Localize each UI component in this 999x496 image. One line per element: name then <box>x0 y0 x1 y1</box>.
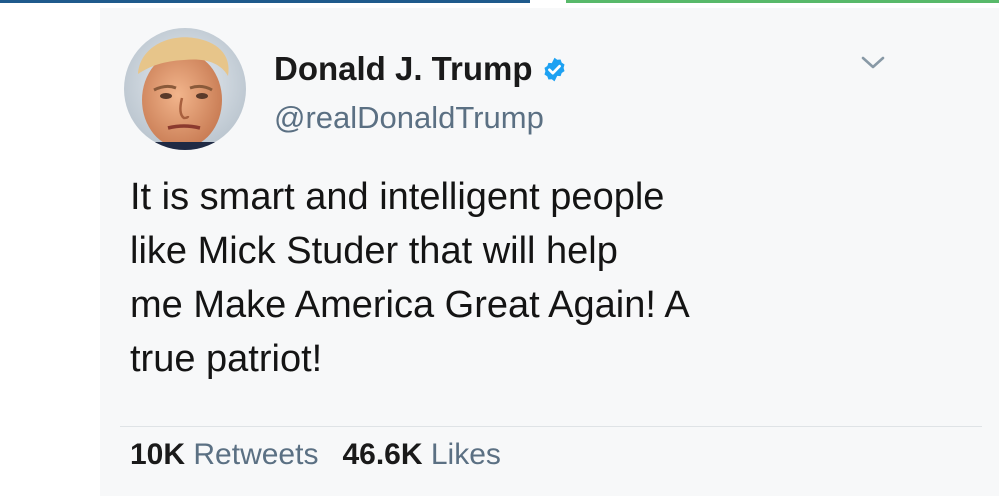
tweet-stats: 10K Retweets 46.6K Likes <box>130 438 501 472</box>
tweet-text: It is smart and intelligent people like … <box>130 170 830 386</box>
author-handle[interactable]: @realDonaldTrump <box>274 100 544 136</box>
chevron-down-icon[interactable] <box>860 54 886 72</box>
author-name-row[interactable]: Donald J. Trump <box>274 50 568 88</box>
divider <box>120 426 982 427</box>
tweet-text-line: me Make America Great Again! A <box>130 284 690 326</box>
top-border-left <box>0 0 530 3</box>
author-display-name[interactable]: Donald J. Trump <box>274 50 533 88</box>
tweet-text-line: true patriot! <box>130 338 323 380</box>
likes-count: 46.6K <box>342 438 423 471</box>
tweet-text-line: like Mick Studer that will help <box>130 230 618 272</box>
tweet-card: Donald J. Trump @realDonaldTrump It is s… <box>100 8 999 496</box>
top-border-right <box>566 0 999 3</box>
likes-label: Likes <box>430 438 501 471</box>
verified-badge-icon <box>544 57 565 81</box>
retweets-stat[interactable]: 10K Retweets <box>130 438 318 471</box>
likes-stat[interactable]: 46.6K Likes <box>342 438 500 471</box>
retweets-count: 10K <box>130 438 186 471</box>
avatar-portrait-icon <box>124 28 246 150</box>
avatar[interactable] <box>124 28 246 150</box>
tweet-text-line: It is smart and intelligent people <box>130 176 665 218</box>
retweets-label: Retweets <box>193 438 319 471</box>
